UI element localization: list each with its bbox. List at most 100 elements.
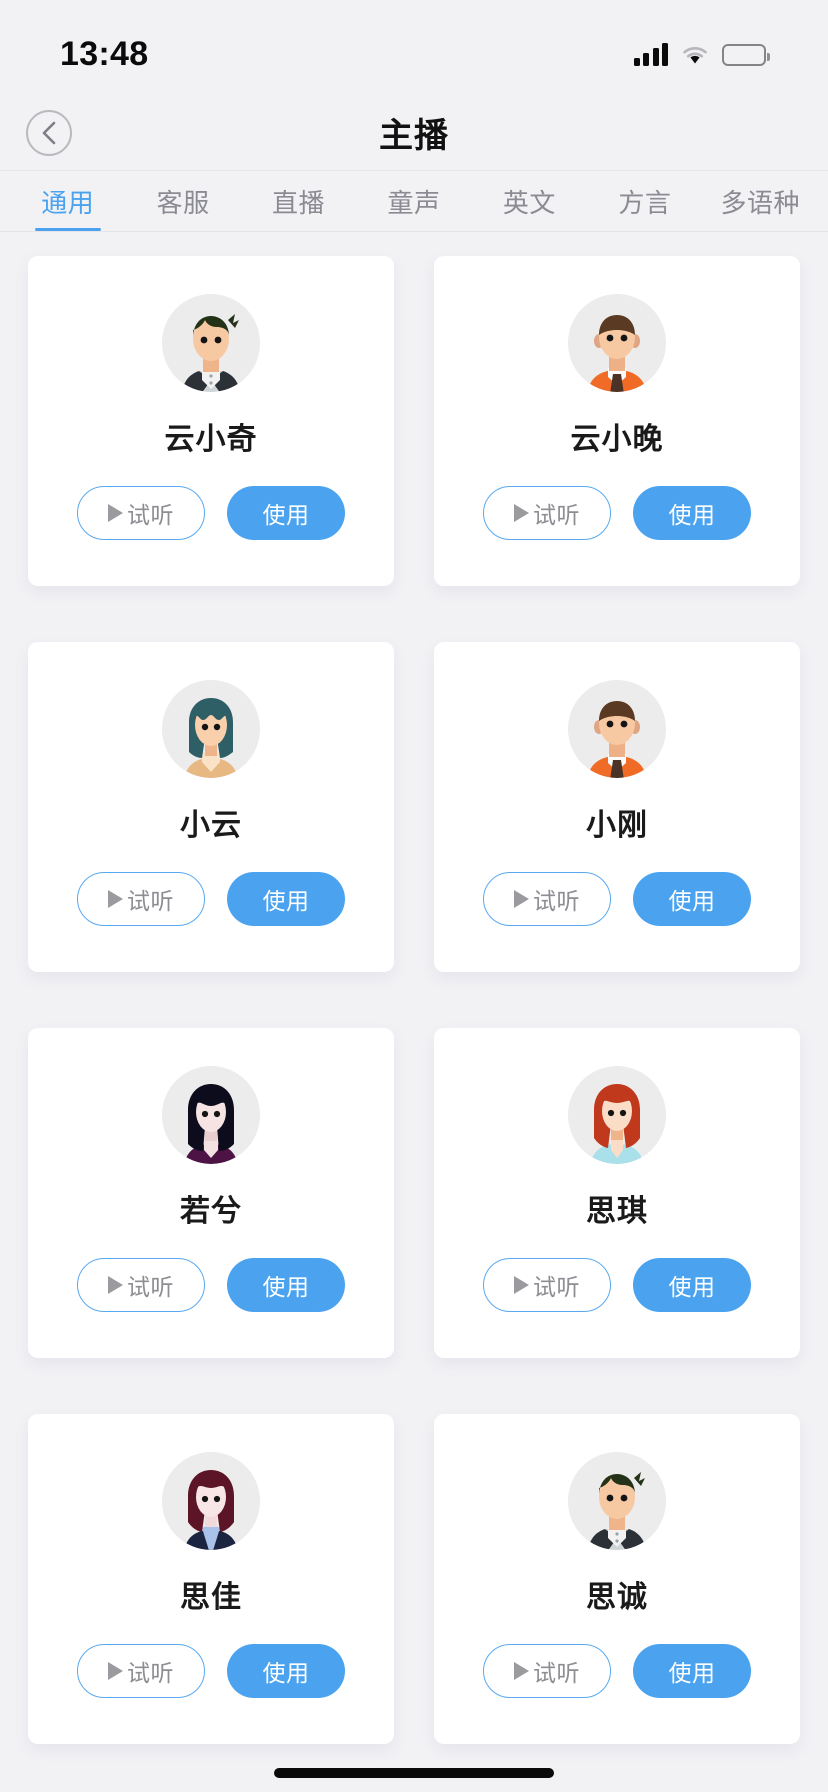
use-label: 使用 [262,1660,310,1686]
voice-card[interactable]: 小云试听 使用 [28,642,394,972]
use-label: 使用 [668,1660,716,1686]
voice-name: 若兮 [180,1195,242,1228]
tab-yingwen[interactable]: 英文 [472,171,587,231]
play-triangle-icon [514,1662,529,1680]
tab-label: 英文 [502,187,556,218]
avatar-female-teal-hair-tan-top [162,680,260,778]
use-label: 使用 [262,888,310,914]
play-triangle-icon [108,1276,123,1294]
play-triangle-icon [514,1276,529,1294]
voice-name: 小刚 [586,809,648,842]
avatar-male-green-hair-gray-shirt [568,1452,666,1550]
try-listen-button[interactable]: 试听 [483,1258,611,1312]
voice-card[interactable]: 云小晚试听 使用 [434,256,800,586]
page-title: 主播 [379,117,449,155]
tab-zhibo[interactable]: 直播 [241,171,356,231]
play-triangle-icon [108,504,123,522]
voice-name: 思琪 [586,1195,648,1228]
voice-name: 小云 [180,809,242,842]
use-button[interactable]: 使用 [227,872,345,926]
play-triangle-icon [108,890,123,908]
status-bar: 13:48 [0,0,828,95]
avatar-male-brown-hair-orange-shirt-tie [568,680,666,778]
voice-list-scroll[interactable]: 云小奇 试听 使用 云小晚 试听 使用 小云 试听 使用 小刚 试听 使用 若兮… [0,232,828,1792]
try-listen-button[interactable]: 试听 [77,872,205,926]
voice-name: 思诚 [586,1581,648,1614]
try-listen-button[interactable]: 试听 [483,872,611,926]
tab-label: 童声 [387,187,441,218]
avatar-male-green-hair-gray-shirt [162,294,260,392]
cellular-bars-icon [633,42,668,66]
card-actions: 试听 使用 [77,1644,345,1698]
try-listen-button[interactable]: 试听 [77,1258,205,1312]
tab-duoyuzhong[interactable]: 多语种 [703,171,818,231]
try-listen-label: 试听 [127,1274,174,1300]
avatar-male-brown-hair-orange-shirt-tie [568,294,666,392]
voice-card[interactable]: 思诚试听 使用 [434,1414,800,1744]
voice-card[interactable]: 小刚试听 使用 [434,642,800,972]
voice-card[interactable]: 思琪试听 使用 [434,1028,800,1358]
phone-screen: 13:48 主播 通用 客服 直播 童声 英文 方言 多语种 云小奇 试听 使用… [0,0,828,1792]
chevron-left-icon [42,121,56,144]
use-button[interactable]: 使用 [227,1258,345,1312]
use-label: 使用 [668,502,716,528]
tab-fangyan[interactable]: 方言 [587,171,702,231]
use-label: 使用 [262,502,310,528]
use-button[interactable]: 使用 [633,872,751,926]
tab-label: 客服 [156,187,210,218]
try-listen-label: 试听 [533,1274,580,1300]
use-button[interactable]: 使用 [633,1258,751,1312]
avatar-female-auburn-hair-lightblue-top [568,1066,666,1164]
try-listen-label: 试听 [127,1660,174,1686]
voice-card-grid: 云小奇 试听 使用 云小晚 试听 使用 小云 试听 使用 小刚 试听 使用 若兮… [0,256,828,1744]
play-triangle-icon [514,890,529,908]
try-listen-label: 试听 [127,502,174,528]
use-button[interactable]: 使用 [227,486,345,540]
card-actions: 试听 使用 [483,872,751,926]
voice-name: 云小晚 [570,423,664,456]
try-listen-button[interactable]: 试听 [483,486,611,540]
play-triangle-icon [514,504,529,522]
try-listen-label: 试听 [533,502,580,528]
try-listen-button[interactable]: 试听 [77,1644,205,1698]
tab-bar: 通用 客服 直播 童声 英文 方言 多语种 [0,171,828,232]
tab-label: 多语种 [720,187,800,218]
card-actions: 试听 使用 [483,486,751,540]
card-actions: 试听 使用 [77,1258,345,1312]
voice-card[interactable]: 思佳试听 使用 [28,1414,394,1744]
status-time: 13:48 [60,35,149,73]
card-actions: 试听 使用 [483,1258,751,1312]
use-button[interactable]: 使用 [633,486,751,540]
try-listen-label: 试听 [127,888,174,914]
use-label: 使用 [262,1274,310,1300]
tab-tongsheng[interactable]: 童声 [356,171,471,231]
back-button[interactable] [26,109,72,156]
use-label: 使用 [668,888,716,914]
use-button[interactable]: 使用 [227,1644,345,1698]
avatar-female-maroon-hair-navy-blazer [162,1452,260,1550]
try-listen-button[interactable]: 试听 [483,1644,611,1698]
use-label: 使用 [668,1274,716,1300]
card-actions: 试听 使用 [77,486,345,540]
tab-label: 通用 [41,187,95,218]
tab-label: 方言 [618,187,672,218]
tab-tongyong[interactable]: 通用 [10,171,125,231]
tab-label: 直播 [272,187,326,218]
voice-name: 思佳 [180,1581,242,1614]
card-actions: 试听 使用 [77,872,345,926]
try-listen-label: 试听 [533,888,580,914]
tab-kefu[interactable]: 客服 [125,171,240,231]
wifi-icon [681,44,709,66]
voice-name: 云小奇 [164,423,258,456]
avatar-female-black-hair-purple-top [162,1066,260,1164]
status-icons [633,42,770,66]
try-listen-label: 试听 [533,1660,580,1686]
voice-card[interactable]: 若兮试听 使用 [28,1028,394,1358]
home-indicator [274,1768,554,1778]
nav-bar: 主播 [0,95,828,171]
play-triangle-icon [108,1662,123,1680]
card-actions: 试听 使用 [483,1644,751,1698]
voice-card[interactable]: 云小奇试听 使用 [28,256,394,586]
try-listen-button[interactable]: 试听 [77,486,205,540]
use-button[interactable]: 使用 [633,1644,751,1698]
